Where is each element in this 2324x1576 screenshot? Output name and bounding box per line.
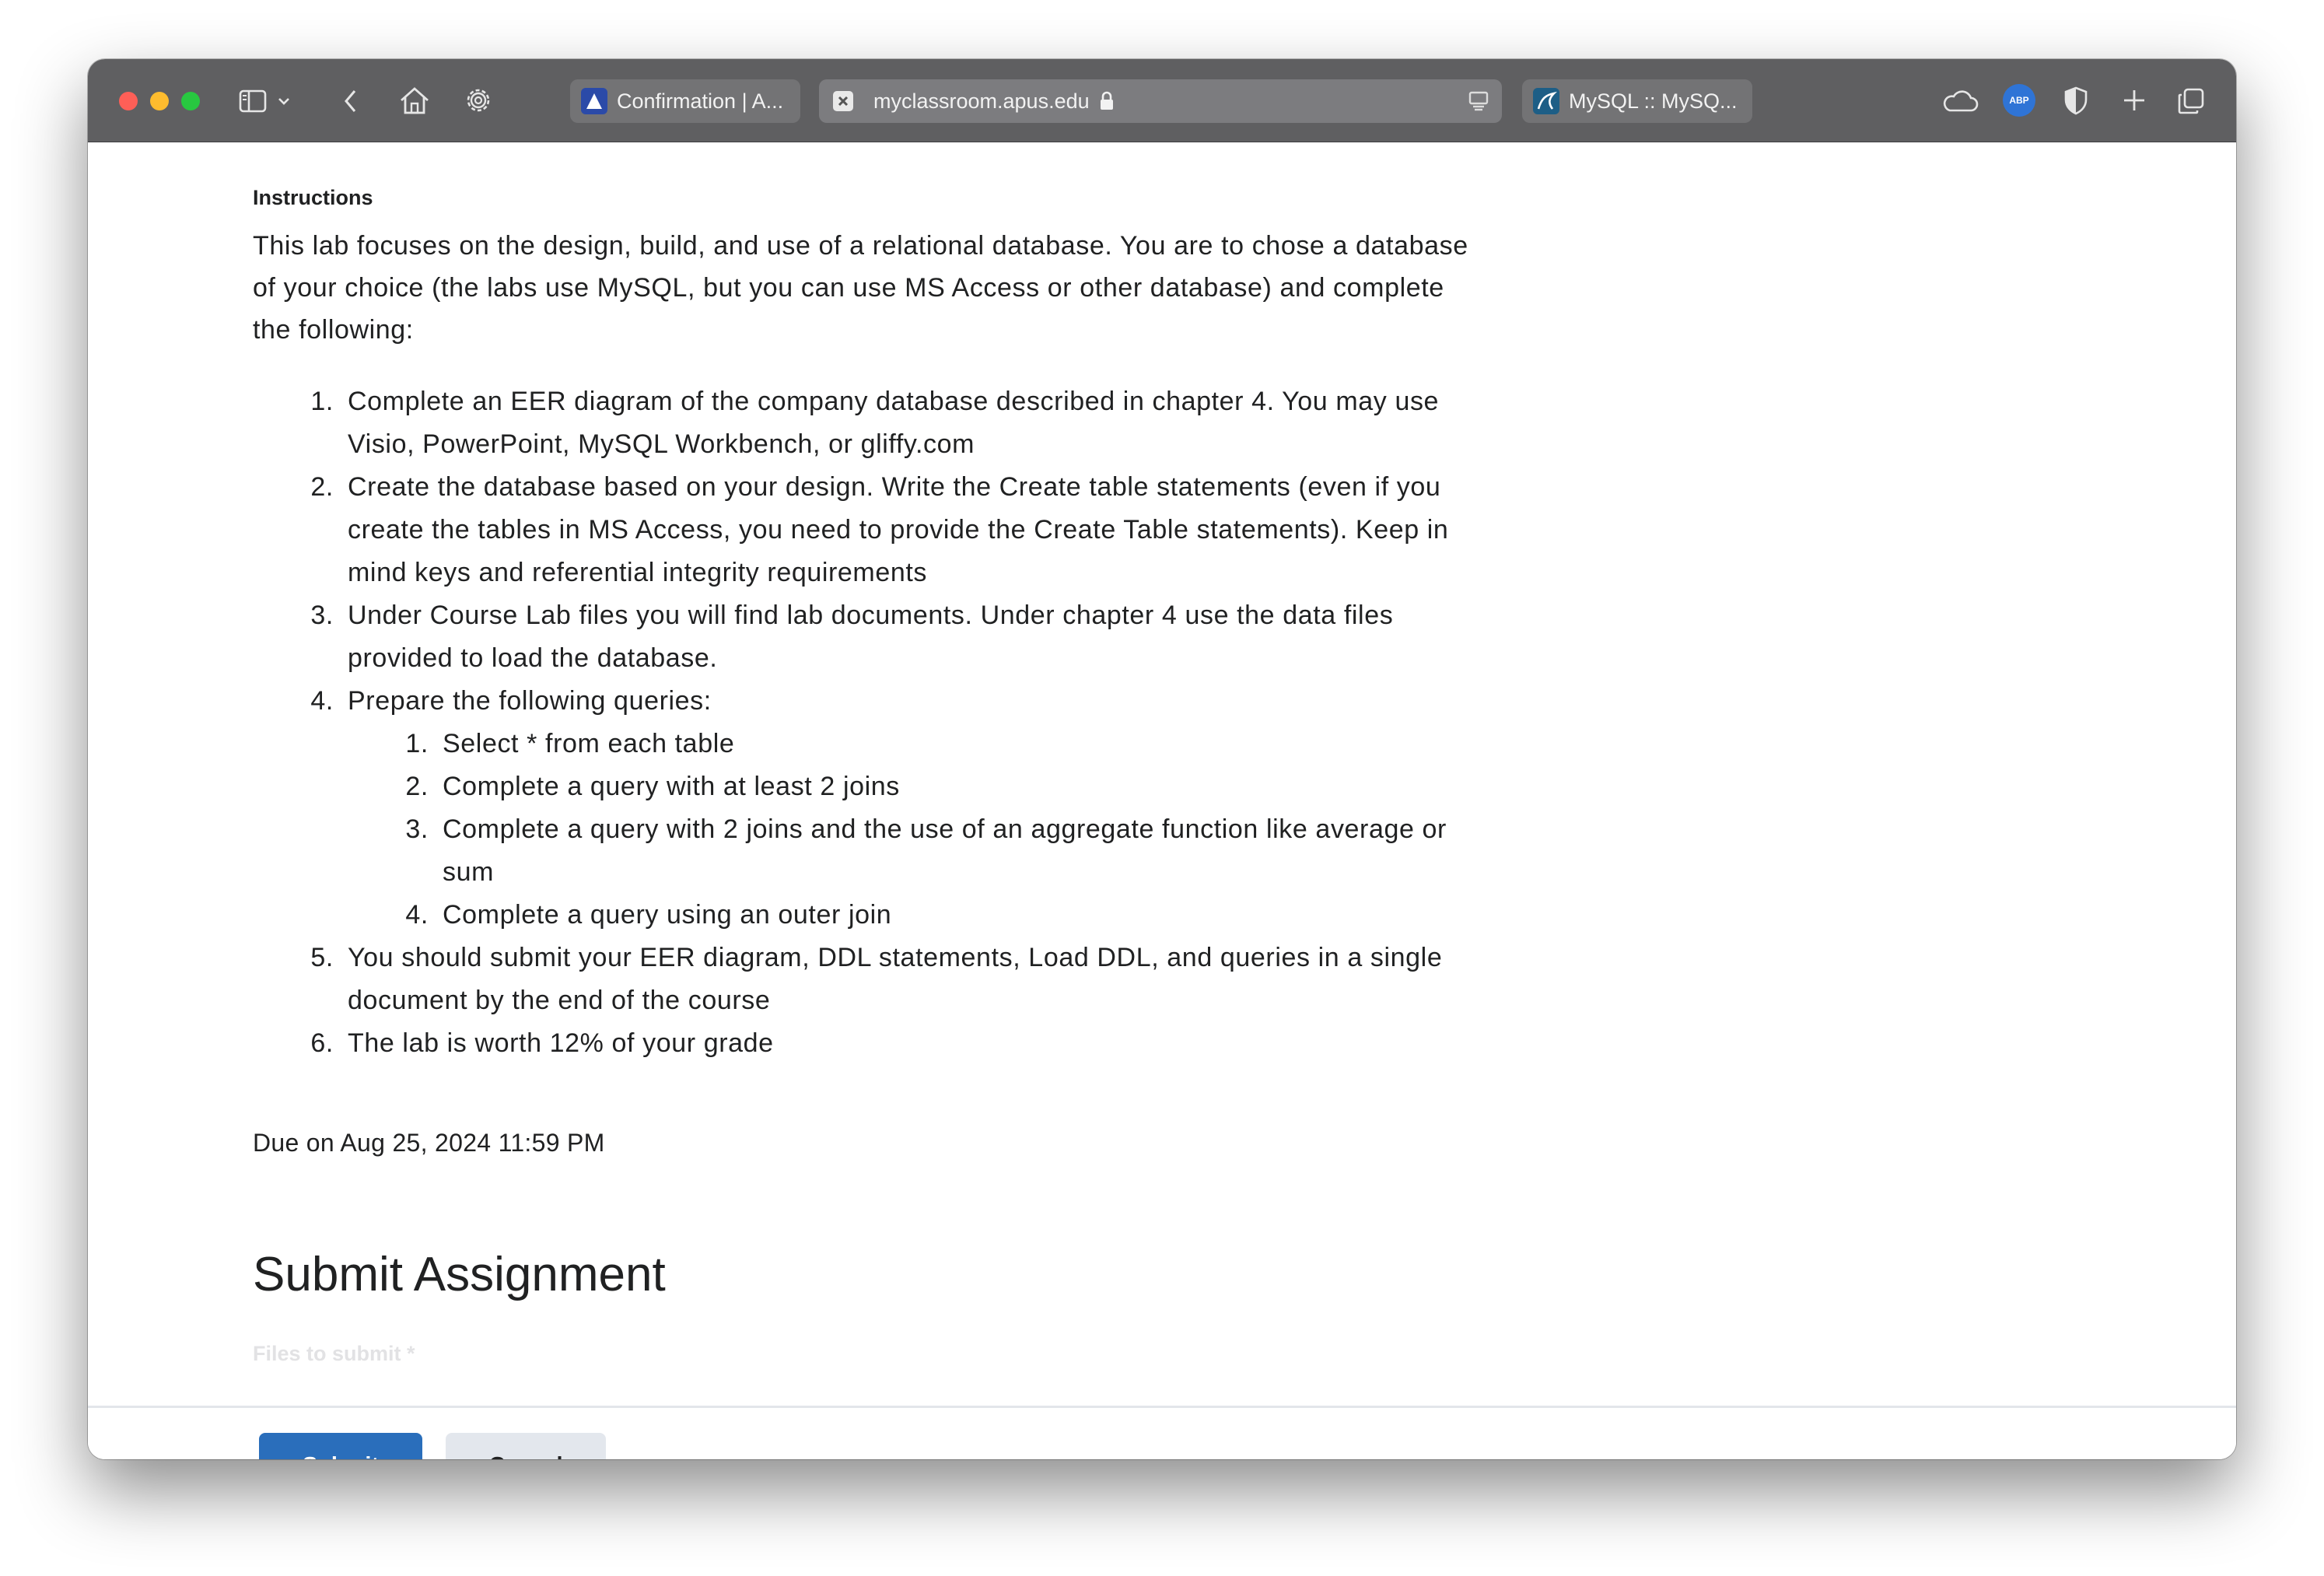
query-item: Complete a query with at least 2 joins [436, 765, 1482, 808]
query-list: Select * from each table Complete a quer… [348, 723, 1482, 937]
query-item: Complete a query using an outer join [436, 894, 1482, 937]
browser-toolbar: Confirmation | A... myclassroom.apus.edu… [88, 59, 2236, 142]
submit-button[interactable]: Submit [259, 1433, 422, 1459]
gear-icon[interactable] [462, 84, 495, 117]
minimize-window-button[interactable] [150, 92, 169, 110]
instructions-label: Instructions [253, 186, 373, 209]
cancel-button[interactable]: Cancel [446, 1433, 606, 1459]
query-item: Select * from each table [436, 723, 1482, 765]
step-item: Complete an EER diagram of the company d… [341, 380, 1482, 466]
sticky-footer: Submit Cancel [88, 1406, 2236, 1459]
tab-confirmation[interactable]: Confirmation | A... [570, 79, 800, 123]
apus-icon [581, 88, 607, 114]
reader-icon[interactable] [1468, 90, 1489, 112]
tab-title: Confirmation | A... [617, 89, 784, 113]
files-to-submit-label: Files to submit * [253, 1342, 415, 1365]
shield-icon[interactable] [2062, 84, 2090, 117]
step-item: You should submit your EER diagram, DDL … [341, 937, 1482, 1022]
query-item: Complete a query with 2 joins and the us… [436, 808, 1482, 894]
url-text: myclassroom.apus.edu [873, 89, 1090, 113]
back-icon[interactable] [338, 86, 363, 117]
plus-icon[interactable] [2119, 86, 2149, 115]
step-item: Prepare the following queries: Select * … [341, 680, 1482, 937]
browser-window: Confirmation | A... myclassroom.apus.edu… [88, 59, 2236, 1459]
x-icon [833, 91, 853, 111]
chevron-down-icon[interactable] [275, 90, 293, 112]
zoom-window-button[interactable] [181, 92, 200, 110]
submit-assignment-heading: Submit Assignment [253, 1248, 666, 1301]
step-item: Create the database based on your design… [341, 466, 1482, 594]
lock-icon [1099, 91, 1115, 111]
instructions-steps: Complete an EER diagram of the company d… [253, 380, 1482, 1065]
tab-title: MySQL :: MySQ... [1569, 89, 1738, 113]
instructions-intro: This lab focuses on the design, build, a… [253, 231, 1468, 345]
step-item: The lab is worth 12% of your grade [341, 1022, 1482, 1065]
tab-mysql[interactable]: MySQL :: MySQ... [1522, 79, 1752, 123]
tabs-overview-icon[interactable] [2175, 86, 2207, 117]
mysql-icon [1533, 88, 1559, 114]
due-date: Due on Aug 25, 2024 11:59 PM [253, 1129, 605, 1157]
close-window-button[interactable] [119, 92, 138, 110]
step-item-text: Prepare the following queries: [348, 686, 712, 716]
page-content: Instructions This lab focuses on the des… [88, 142, 2236, 1459]
abp-icon[interactable]: ABP [2003, 84, 2035, 117]
cloud-icon[interactable] [1939, 87, 1981, 115]
step-item: Under Course Lab files you will find lab… [341, 594, 1482, 680]
tab-address-bar[interactable]: myclassroom.apus.edu [819, 79, 1502, 123]
sidebar-icon[interactable] [237, 87, 268, 115]
home-icon[interactable] [397, 84, 432, 117]
